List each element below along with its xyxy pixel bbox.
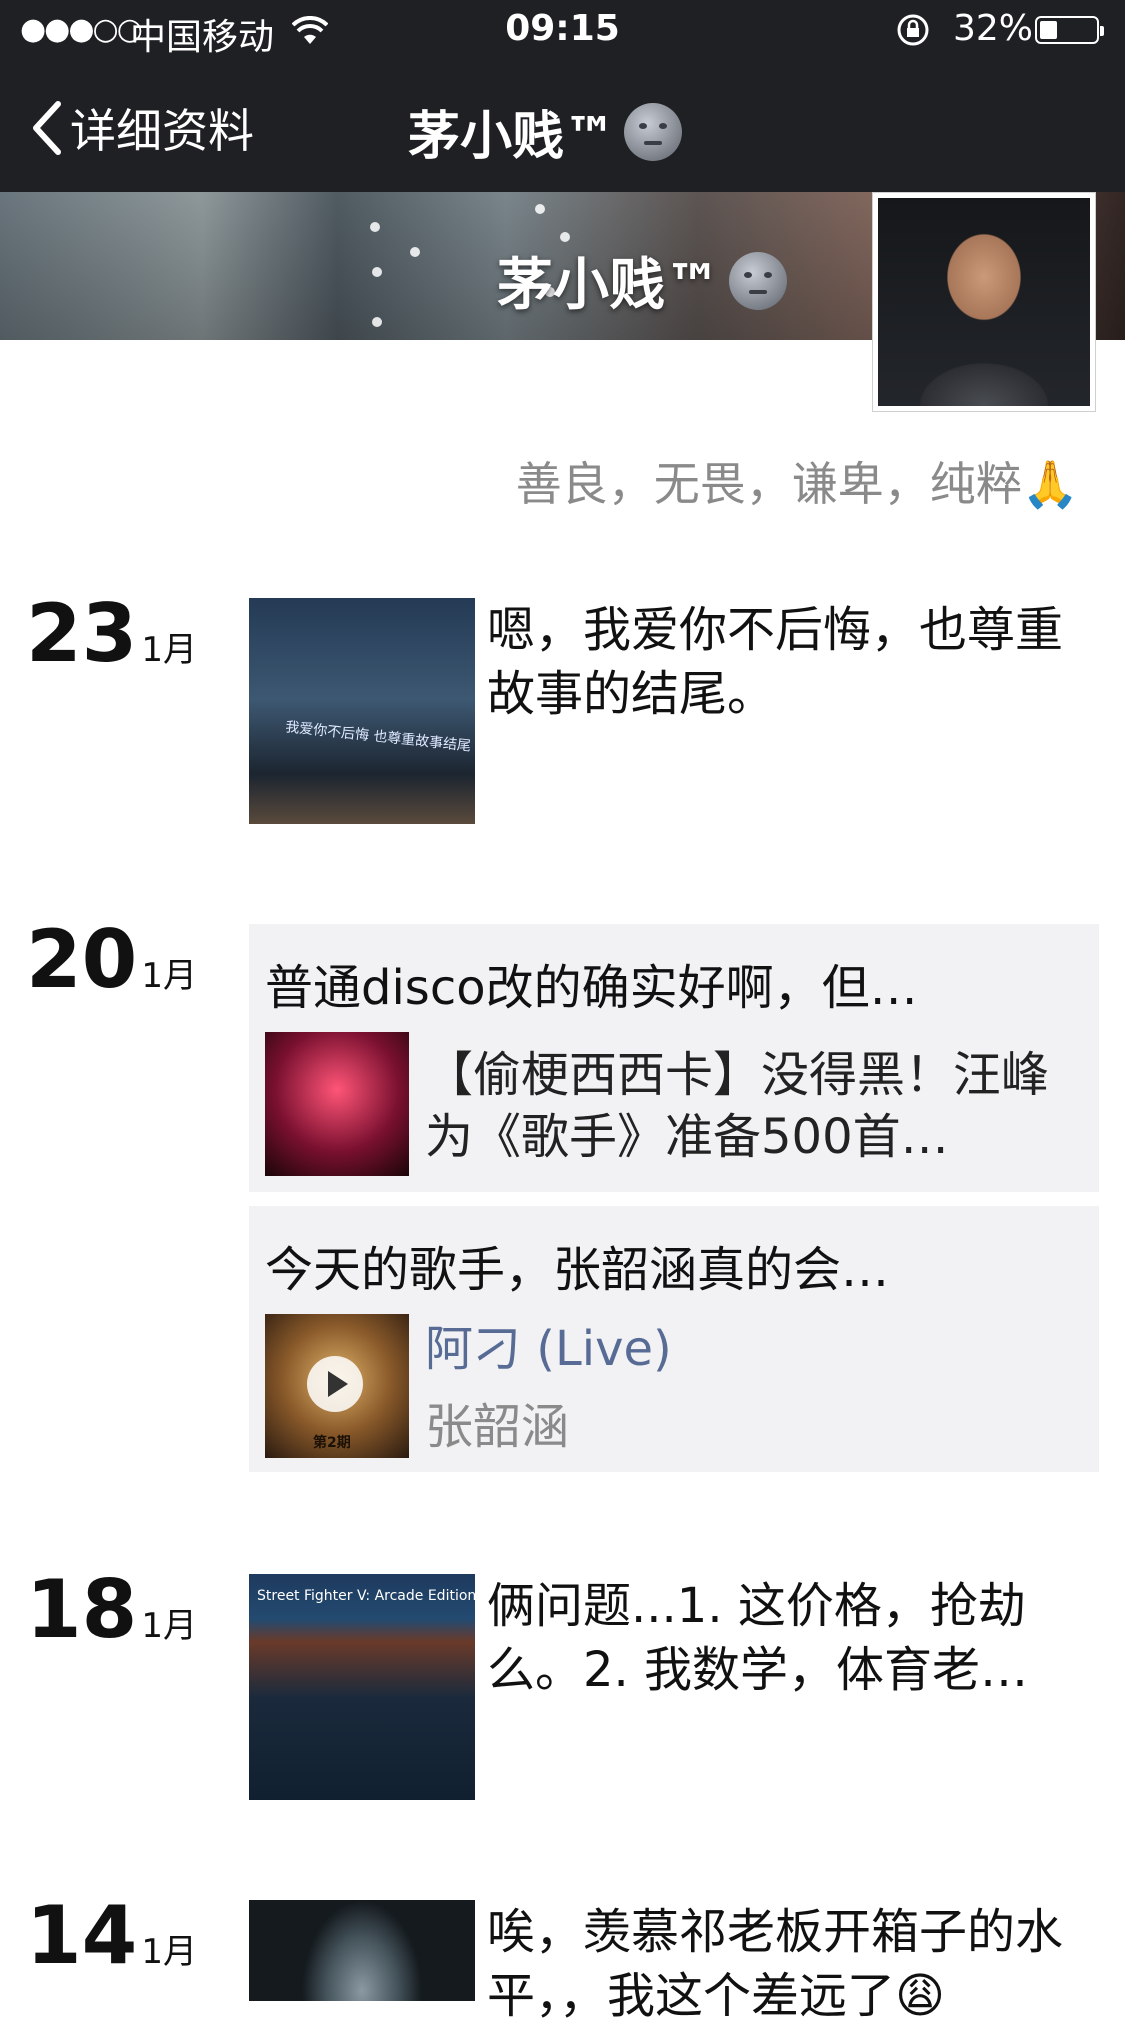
moon-face-emoji-icon xyxy=(729,251,787,310)
timeline-date: 18 1月 xyxy=(26,1570,197,1650)
music-title: 阿刁 (Live) xyxy=(425,1321,672,1377)
profile-name: 茅小贱™ xyxy=(497,240,787,321)
back-button-label: 详细资料 xyxy=(70,104,254,158)
date-day: 20 xyxy=(26,913,138,1006)
battery-icon xyxy=(1035,16,1104,44)
post-text[interactable]: 俩问题...1. 这价格，抢劫么。2. 我数学，体育老… xyxy=(487,1574,1087,1702)
battery-percent: 32% xyxy=(953,8,1034,49)
music-album-art: 第2期 xyxy=(265,1314,409,1458)
battery-level-fill xyxy=(1040,21,1057,39)
avatar-image xyxy=(878,198,1090,406)
page-title: 茅小贱™ xyxy=(408,94,683,169)
page-title-text: 茅小贱™ xyxy=(408,107,617,167)
date-month: 1月 xyxy=(141,956,197,996)
water-drop-decoration xyxy=(370,222,380,232)
thumbnail-caption: Street Fighter V: Arcade Edition xyxy=(257,1588,475,1604)
music-artist: 张韶涵 xyxy=(425,1399,570,1455)
water-drop-decoration xyxy=(372,317,382,327)
timeline-date: 14 1月 xyxy=(26,1896,197,1976)
water-drop-decoration xyxy=(372,267,382,277)
share-caption: 今天的歌手，张韶涵真的会… xyxy=(265,1242,890,1298)
timeline-date: 20 1月 xyxy=(26,920,197,1000)
chevron-left-icon xyxy=(33,101,61,155)
play-icon[interactable] xyxy=(307,1356,363,1412)
album-art-caption: 第2期 xyxy=(313,1435,351,1451)
post-thumbnail[interactable] xyxy=(249,1900,475,2001)
post-thumbnail[interactable]: 我爱你不后悔 也尊重故事结尾 xyxy=(249,598,475,824)
navigation-bar: 详细资料 茅小贱™ xyxy=(0,60,1125,192)
date-day: 18 xyxy=(26,1563,138,1656)
date-day: 23 xyxy=(26,587,138,680)
moon-face-emoji-icon xyxy=(624,102,683,161)
avatar[interactable] xyxy=(872,192,1096,412)
share-caption: 普通disco改的确实好啊，但… xyxy=(265,960,918,1016)
date-month: 1月 xyxy=(141,630,197,670)
post-thumbnail[interactable]: Street Fighter V: Arcade Edition xyxy=(249,1574,475,1800)
water-drop-decoration xyxy=(535,204,545,214)
profile-signature: 善良，无畏，谦卑，纯粹🙏 xyxy=(515,457,1079,511)
shared-link-thumbnail xyxy=(265,1032,409,1176)
shared-link-title: 【偷梗西西卡】没得黑！汪峰为《歌手》准备500首… xyxy=(425,1047,1050,1165)
status-bar: ●●●○○ 中国移动 09:15 32% xyxy=(0,0,1125,60)
shared-music-card[interactable]: 今天的歌手，张韶涵真的会… 第2期 阿刁 (Live) 张韶涵 xyxy=(249,1206,1099,1472)
date-month: 1月 xyxy=(141,1932,197,1972)
back-button[interactable]: 详细资料 xyxy=(28,98,254,158)
profile-name-text: 茅小贱™ xyxy=(497,253,721,318)
thumbnail-lyrics: 我爱你不后悔 也尊重故事结尾 xyxy=(284,719,472,755)
water-drop-decoration xyxy=(410,247,420,257)
rotation-lock-icon xyxy=(895,12,931,57)
timeline-date: 23 1月 xyxy=(26,594,197,674)
shared-link-card[interactable]: 普通disco改的确实好啊，但… 【偷梗西西卡】没得黑！汪峰为《歌手》准备500… xyxy=(249,924,1099,1192)
post-text[interactable]: 唉，羡慕祁老板开箱子的水平，，我这个差远了😩 xyxy=(487,1900,1087,2028)
date-month: 1月 xyxy=(141,1606,197,1646)
date-day: 14 xyxy=(26,1889,138,1982)
post-text[interactable]: 嗯，我爱你不后悔，也尊重故事的结尾。 xyxy=(487,598,1087,726)
